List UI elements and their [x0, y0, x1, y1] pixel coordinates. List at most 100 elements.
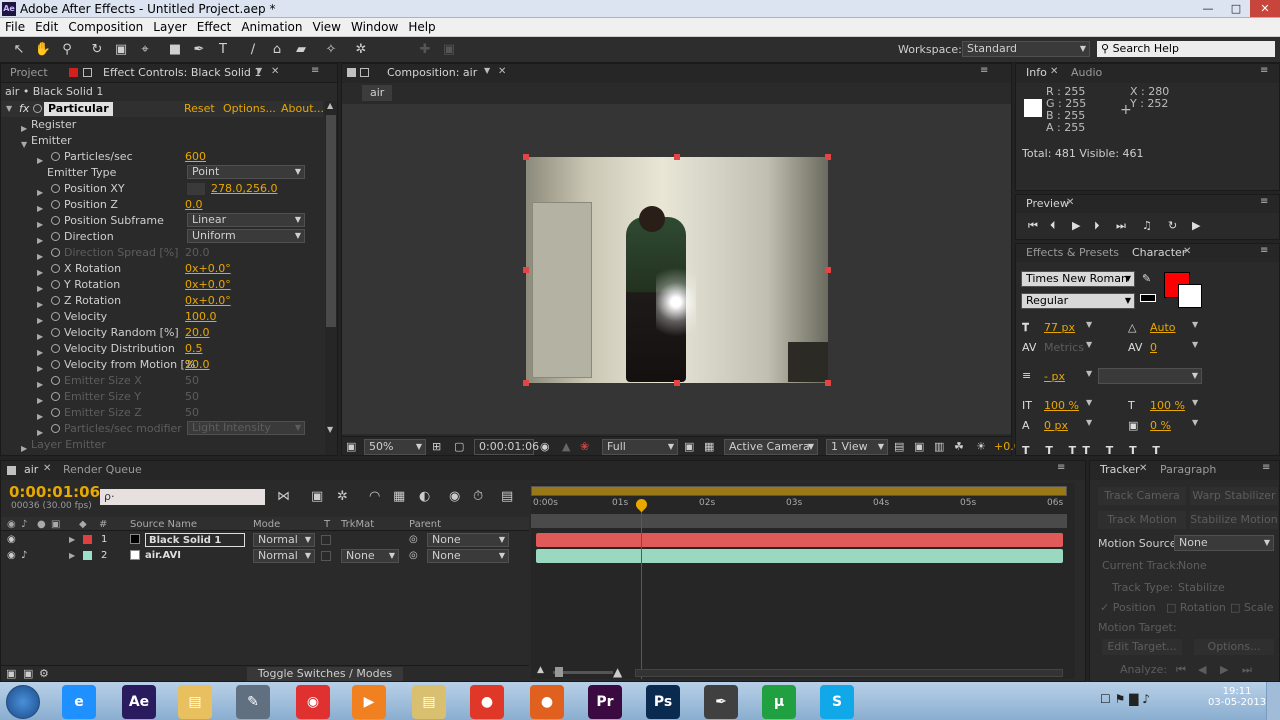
source-name-header[interactable]: Source Name — [130, 517, 197, 533]
eraser-tool-icon[interactable]: ▰ — [292, 41, 310, 59]
explorer-taskbar-icon[interactable]: ▤ — [178, 685, 212, 719]
tracking-value[interactable]: 0 — [1150, 341, 1157, 354]
property-row[interactable]: ▶ Emitter Size X 50 — [1, 373, 323, 389]
property-row[interactable]: Emitter Type Point ▼ — [1, 165, 323, 181]
loop-icon[interactable]: ↻ — [1168, 219, 1177, 232]
brainstorm-icon[interactable]: ◉ — [449, 489, 460, 504]
ie-taskbar-icon[interactable]: e — [62, 685, 96, 719]
property-row[interactable]: ▶ Y Rotation 0x+0.0° — [1, 277, 323, 293]
reset-link[interactable]: Reset — [184, 102, 215, 115]
menu-edit[interactable]: Edit — [30, 18, 63, 37]
property-dropdown[interactable]: Point ▼ — [187, 165, 305, 179]
channel-icon[interactable]: ❀ — [580, 440, 589, 454]
warp-stabilizer-button[interactable]: Warp Stabilizer — [1190, 487, 1278, 505]
property-row[interactable]: ▶ Particles/sec modifier Light Intensity ▼ — [1, 421, 323, 437]
panel-options-icon[interactable]: ≡ — [1057, 462, 1065, 473]
property-row[interactable]: ▶ Layer Emitter — [1, 437, 323, 453]
expand-triangle-icon[interactable]: ▶ — [21, 441, 27, 457]
minimize-button[interactable]: — — [1194, 0, 1222, 17]
baseline-shift-dropdown-icon[interactable]: ▼ — [1086, 418, 1092, 427]
analyze-next-icon[interactable]: ⏭ — [1242, 663, 1252, 677]
close-tab-icon[interactable]: ✕ — [498, 66, 506, 77]
premiere-taskbar-icon[interactable]: Pr — [588, 685, 622, 719]
timeline-hscroll[interactable] — [635, 669, 1063, 677]
stroke-width-dropdown-icon[interactable]: ▼ — [1086, 369, 1092, 378]
property-row[interactable]: ▶ Velocity Random [%] 20.0 — [1, 325, 323, 341]
analyze-forward-icon[interactable]: ▶ — [1220, 663, 1228, 676]
close-tab-icon[interactable]: ✕ — [1050, 66, 1058, 77]
horizontal-scale-dropdown-icon[interactable]: ▼ — [1192, 398, 1198, 407]
show-desktop-button[interactable] — [1266, 682, 1280, 720]
font-style-dropdown[interactable]: Regular ▼ — [1021, 293, 1135, 309]
layer-name[interactable]: Black Solid 1 — [145, 533, 245, 547]
scroll-up-icon[interactable]: ▲ — [327, 101, 333, 110]
zoom-out-icon[interactable]: ▲ — [537, 665, 544, 675]
pickwhip-icon[interactable]: ◎ — [409, 548, 418, 564]
previous-frame-icon[interactable]: ⏴ — [1050, 219, 1056, 233]
layer-handle[interactable] — [523, 267, 529, 273]
comp-timecode[interactable]: 0:00:01:06 — [474, 439, 539, 455]
stopwatch-icon[interactable] — [51, 424, 60, 433]
fx-icon[interactable]: fx — [19, 102, 29, 115]
show-snapshot-icon[interactable]: ▲ — [562, 440, 570, 454]
ram-preview-icon[interactable]: ▶ — [1192, 219, 1200, 232]
play-icon[interactable]: ▶ — [1072, 219, 1080, 232]
rotate-tool-icon[interactable]: ↻ — [88, 41, 106, 59]
vertical-scale-value[interactable]: 100 % — [1044, 399, 1079, 412]
shy-layers-icon[interactable]: ◠ — [369, 489, 380, 504]
property-dropdown[interactable]: Linear ▼ — [187, 213, 305, 227]
kerning-value[interactable]: Metrics — [1044, 341, 1084, 354]
rectangle-tool-icon[interactable]: ■ — [166, 41, 184, 59]
property-value[interactable]: 20.0 — [185, 325, 210, 341]
current-track-value[interactable]: None — [1178, 559, 1207, 572]
layer-handle[interactable] — [825, 267, 831, 273]
after-effects-taskbar-icon[interactable]: Ae — [122, 685, 156, 719]
property-value[interactable]: 0.5 — [185, 341, 203, 357]
work-area-bar[interactable] — [531, 514, 1067, 528]
roto-brush-tool-icon[interactable]: ✧ — [322, 41, 340, 59]
inkscape-taskbar-icon[interactable]: ✒ — [704, 685, 738, 719]
panel-options-icon[interactable]: ≡ — [311, 65, 319, 76]
expand-modes-icon[interactable]: ▣ — [23, 667, 33, 680]
tab-project[interactable]: Project — [10, 64, 48, 82]
property-dropdown[interactable]: Light Intensity ▼ — [187, 421, 305, 435]
preserve-transparency-checkbox[interactable] — [321, 535, 331, 545]
utorrent-taskbar-icon[interactable]: μ — [762, 685, 796, 719]
frame-blending-icon[interactable]: ▦ — [393, 489, 405, 504]
property-row[interactable]: ▶ Emitter Size Y 50 — [1, 389, 323, 405]
view-layout-dropdown[interactable]: 1 View ▼ — [826, 439, 888, 455]
navigator-range[interactable] — [532, 487, 1066, 495]
start-button[interactable] — [6, 685, 40, 719]
label-color-swatch[interactable] — [83, 535, 92, 544]
timeline-timecode[interactable]: 0:00:01:06 — [9, 483, 100, 501]
layer-mode-dropdown[interactable]: Normal ▼ — [253, 549, 315, 563]
notepad-taskbar-icon[interactable]: ✎ — [236, 685, 270, 719]
property-row[interactable]: ▶ Emitter Size Z 50 — [1, 405, 323, 421]
panel-options-icon[interactable]: ≡ — [1260, 245, 1268, 256]
stopwatch-icon[interactable] — [51, 312, 60, 321]
stopwatch-icon[interactable] — [51, 344, 60, 353]
stopwatch-icon[interactable] — [51, 360, 60, 369]
puppet-pin-tool-icon[interactable]: ✲ — [352, 41, 370, 59]
property-row[interactable]: ▶ Z Rotation 0x+0.0° — [1, 293, 323, 309]
toggle-pixel-aspect-icon[interactable]: ▤ — [894, 440, 904, 454]
layer-bar-black-solid-1[interactable] — [536, 533, 1063, 547]
tab-effects-presets[interactable]: Effects & Presets — [1026, 244, 1119, 262]
property-value[interactable]: 0x+0.0° — [185, 277, 231, 293]
property-value[interactable]: 20.0 — [185, 245, 210, 261]
first-frame-icon[interactable]: ⏮ — [1028, 219, 1038, 233]
eye-icon[interactable]: ◉ — [7, 532, 16, 548]
brush-tool-icon[interactable]: ∕ — [244, 41, 262, 59]
menu-composition[interactable]: Composition — [63, 18, 148, 37]
zoom-slider-thumb[interactable] — [555, 667, 563, 677]
menu-layer[interactable]: Layer — [148, 18, 191, 37]
about-link[interactable]: About... — [281, 102, 324, 115]
audio-icon[interactable]: ♫ — [1142, 219, 1152, 232]
property-row[interactable]: ▼ Emitter — [1, 133, 323, 149]
last-frame-icon[interactable]: ⏭ — [1116, 219, 1126, 233]
track-type-value[interactable]: Stabilize — [1178, 581, 1225, 594]
label-color-swatch[interactable] — [83, 551, 92, 560]
baseline-shift-value[interactable]: 0 px — [1044, 419, 1068, 432]
trkmat-dropdown[interactable]: None ▼ — [341, 549, 399, 563]
close-tab-icon[interactable]: ✕ — [1066, 197, 1074, 208]
